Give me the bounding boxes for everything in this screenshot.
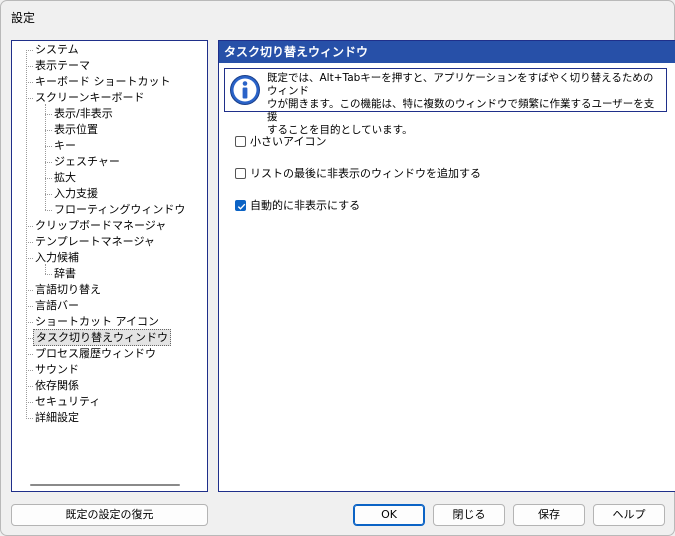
tree-item-label: 表示位置 (54, 123, 98, 136)
tree-connector (45, 210, 52, 211)
tree-item-label: 言語切り替え (35, 283, 101, 296)
tree-connector (45, 274, 52, 275)
tree-item-label: サウンド (35, 363, 79, 376)
tree-connector (26, 370, 33, 371)
tree-item-label: 入力候補 (35, 251, 79, 264)
tree-item[interactable]: 詳細設定 (12, 410, 207, 426)
settings-tree[interactable]: システム表示テーマキーボード ショートカット スクリーンキーボード表示/非表示 表示… (11, 40, 208, 492)
tree-item[interactable]: システム (12, 42, 207, 58)
tree-item-label: 表示テーマ (35, 59, 90, 72)
settings-panel: タスク切り替えウィンドウ 既定では、Alt+Tabキーを押すと、アプリケーション… (218, 40, 675, 492)
tree-item-label: 拡大 (54, 171, 76, 184)
tree-connector (45, 194, 52, 195)
tree-item[interactable]: ジェスチャー (12, 154, 207, 170)
tree-item-label: スクリーンキーボード (35, 91, 145, 104)
tree-connector (26, 50, 33, 51)
tree-item-label: フローティングウィンドウ (54, 203, 186, 216)
tree-item-label: ジェスチャー (54, 155, 120, 168)
tree-item[interactable]: 表示位置 (12, 122, 207, 138)
tree-connector (26, 418, 33, 419)
tree-item-label: 表示/非表示 (54, 107, 113, 120)
tree-connector (45, 178, 52, 179)
restore-defaults-button[interactable]: 既定の設定の復元 (11, 504, 208, 526)
tree-connector (45, 114, 52, 115)
option-label: 小さいアイコン (250, 135, 327, 148)
tree-item-label: キーボード ショートカット (35, 75, 171, 88)
tree-item-label: 辞書 (54, 267, 76, 280)
panel-title: タスク切り替えウィンドウ (219, 41, 675, 63)
small-icons-checkbox[interactable] (235, 136, 246, 147)
tree-connector (26, 338, 33, 339)
close-button[interactable]: 閉じる (433, 504, 505, 526)
window-title: 設定 (11, 11, 36, 25)
tree-item[interactable]: ショートカット アイコン (12, 314, 207, 330)
tree-item[interactable]: キーボード ショートカット (12, 74, 207, 90)
tree-item[interactable]: 辞書 (12, 266, 207, 282)
tree-item-label: 入力支援 (54, 187, 98, 200)
tree-connector (26, 226, 33, 227)
horizontal-scrollbar[interactable] (30, 484, 180, 486)
tree-item[interactable]: タスク切り替えウィンドウ (12, 329, 207, 346)
option-label: 自動的に非表示にする (250, 199, 361, 212)
tree-item[interactable]: 拡大 (12, 170, 207, 186)
tree-item[interactable]: スクリーンキーボード (12, 90, 207, 106)
settings-window: 設定 システム表示テーマキーボード ショートカット スクリーンキーボード表示/非表… (0, 0, 675, 536)
tree-item[interactable]: 表示テーマ (12, 58, 207, 74)
tree-item[interactable]: セキュリティ (12, 394, 207, 410)
tree-item-label: 依存関係 (35, 379, 79, 392)
tree-item[interactable]: クリップボードマネージャ (12, 218, 207, 234)
tree-item-label: タスク切り替えウィンドウ (33, 329, 171, 346)
info-text: 既定では、Alt+Tabキーを押すと、アプリケーションをすばやく切り替えるための… (267, 72, 662, 137)
tree-branch-line (45, 264, 46, 274)
tree-item[interactable]: 入力候補 (12, 250, 207, 266)
tree-item[interactable]: 依存関係 (12, 378, 207, 394)
tree-item-label: セキュリティ (35, 395, 101, 408)
info-box: 既定では、Alt+Tabキーを押すと、アプリケーションをすばやく切り替えるための… (224, 68, 667, 136)
tree-item-label: クリップボードマネージャ (35, 219, 167, 232)
info-line: ウが開きます。この機能は、特に複数のウィンドウで頻繁に作業するユーザーを支援 (267, 98, 655, 123)
tree-connector (45, 146, 52, 147)
tree-branch-line (45, 104, 46, 210)
ok-button[interactable]: OK (353, 504, 425, 526)
tree-item-label: 詳細設定 (35, 411, 79, 424)
info-icon (230, 75, 260, 105)
tree-item-label: 言語バー (35, 299, 79, 312)
tree-connector (26, 322, 33, 323)
tree-connector (26, 290, 33, 291)
tree-item[interactable]: 表示/非表示 (12, 106, 207, 122)
tree-item[interactable]: フローティングウィンドウ (12, 202, 207, 218)
tree-item[interactable]: 入力支援 (12, 186, 207, 202)
tree-connector (26, 258, 33, 259)
tree-connector (26, 386, 33, 387)
info-line: 既定では、Alt+Tabキーを押すと、アプリケーションをすばやく切り替えるための… (267, 72, 654, 97)
tree-connector (45, 130, 52, 131)
save-button[interactable]: 保存 (513, 504, 585, 526)
append-hidden-windows-checkbox[interactable] (235, 168, 246, 179)
tree-item[interactable]: キー (12, 138, 207, 154)
tree-item[interactable]: サウンド (12, 362, 207, 378)
auto-hide-checkbox[interactable] (235, 200, 246, 211)
tree-item[interactable]: プロセス履歴ウィンドウ (12, 346, 207, 362)
tree-connector (26, 242, 33, 243)
tree-connector (26, 306, 33, 307)
help-button[interactable]: ヘルプ (593, 504, 665, 526)
checkmark-icon (237, 203, 246, 210)
tree-item-label: テンプレートマネージャ (35, 235, 155, 248)
tree-connector (26, 402, 33, 403)
tree-connector (26, 66, 33, 67)
tree-item[interactable]: 言語バー (12, 298, 207, 314)
tree-item-label: プロセス履歴ウィンドウ (35, 347, 156, 360)
tree-item-label: ショートカット アイコン (35, 315, 159, 328)
tree-item[interactable]: 言語切り替え (12, 282, 207, 298)
tree-connector (45, 162, 52, 163)
tree-item-label: キー (54, 139, 76, 152)
option-label: リストの最後に非表示のウィンドウを追加する (250, 167, 481, 180)
tree-connector (26, 82, 33, 83)
tree-item-label: システム (35, 43, 79, 56)
tree-connector (26, 354, 33, 355)
tree-connector (26, 98, 33, 99)
tree-item[interactable]: テンプレートマネージャ (12, 234, 207, 250)
